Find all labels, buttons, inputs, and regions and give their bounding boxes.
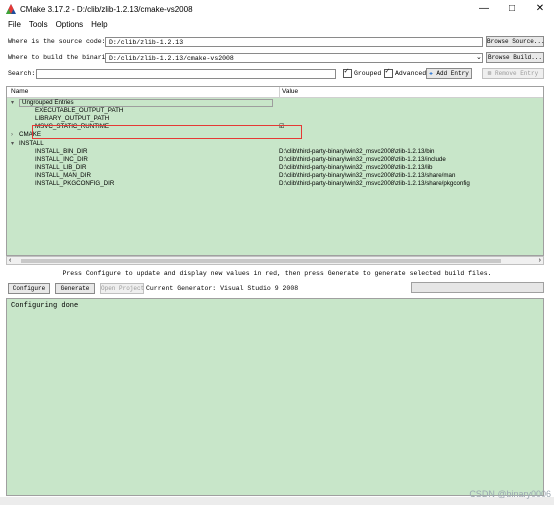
entry-name: INSTALL_PKGCONFIG_DIR xyxy=(35,180,115,187)
maximize-button[interactable]: □ xyxy=(500,0,524,18)
cache-entries-tree[interactable]: Name Value ▾ Ungrouped Entries EXECUTABLE_… xyxy=(6,86,544,256)
tree-entry-row[interactable]: INSTALL_BIN_DIR D:\clib\third-party-binar… xyxy=(7,148,543,156)
menu-help[interactable]: Help xyxy=(91,20,107,29)
entry-value[interactable]: D:\clib\third-party-binary\win32_msvc200… xyxy=(279,172,455,180)
status-message: Press Configure to update and display ne… xyxy=(62,270,492,277)
remove-entry-button[interactable]: ⊠ Remove Entry xyxy=(482,68,544,79)
search-input[interactable] xyxy=(36,69,336,79)
tree-entry-row[interactable]: INSTALL_PKGCONFIG_DIR D:\clib\third-party… xyxy=(7,180,543,188)
generate-button[interactable]: Generate xyxy=(55,283,95,294)
entry-value[interactable]: D:\clib\third-party-binary\win32_msvc200… xyxy=(279,164,432,172)
column-value-header[interactable]: Value xyxy=(279,87,298,97)
grouped-label: Grouped xyxy=(354,70,382,78)
scrollbar-thumb[interactable] xyxy=(21,259,501,263)
remove-icon: ⊠ xyxy=(487,70,492,77)
entry-name: INSTALL_LIB_DIR xyxy=(35,163,87,171)
tree-entry-row[interactable]: EXECUTABLE_OUTPUT_PATH xyxy=(7,107,543,115)
close-button[interactable]: ✕ xyxy=(528,0,552,18)
output-text: Configuring done xyxy=(11,302,79,310)
watermark: CSDN @binary0006 xyxy=(469,489,551,499)
entry-checkbox[interactable]: ☑ xyxy=(279,123,285,131)
entry-name: INSTALL_BIN_DIR xyxy=(35,147,88,155)
window-title: CMake 3.17.2 - D:/clib/zlib-1.2.13/cmake… xyxy=(20,4,193,14)
grouped-check-icon xyxy=(343,67,352,78)
menu-tools[interactable]: Tools xyxy=(29,20,48,29)
grouped-checkbox[interactable]: Grouped xyxy=(343,67,382,79)
tree-entry-row[interactable]: INSTALL_MAN_DIR D:\clib\third-party-binar… xyxy=(7,172,543,180)
tree-header: Name Value xyxy=(7,87,543,98)
configure-button[interactable]: Configure xyxy=(8,283,50,294)
tree-group-row[interactable]: › CMAKE xyxy=(7,131,543,139)
tree-group-row[interactable]: ▾ Ungrouped Entries xyxy=(7,99,543,107)
expand-toggle-icon[interactable]: ▾ xyxy=(11,99,14,107)
entry-name: INSTALL_MAN_DIR xyxy=(35,171,91,179)
advanced-checkbox[interactable]: Advanced xyxy=(384,67,427,79)
tree-entry-row[interactable]: LIBRARY_OUTPUT_PATH xyxy=(7,115,543,123)
expand-toggle-icon[interactable]: ▾ xyxy=(11,140,14,148)
search-label: Search: xyxy=(8,70,36,77)
minimize-button[interactable]: — xyxy=(472,0,496,18)
build-dropdown-arrow-icon[interactable]: ⌄ xyxy=(476,53,482,61)
tree-entry-row[interactable]: MSVC_STATIC_RUNTIME ☑ xyxy=(7,123,543,131)
current-generator-label: Current Generator: Visual Studio 9 2008 xyxy=(146,285,299,292)
menu-options[interactable]: Options xyxy=(56,20,84,29)
add-entry-button[interactable]: ✚ Add Entry xyxy=(426,68,472,79)
add-icon: ✚ xyxy=(429,70,433,77)
entry-value[interactable]: D:\clib\third-party-binary\win32_msvc200… xyxy=(279,180,470,188)
scroll-left-icon[interactable]: ‹ xyxy=(9,257,11,265)
column-name-header[interactable]: Name xyxy=(11,87,28,97)
source-label: Where is the source code: xyxy=(8,38,106,45)
open-project-button[interactable]: Open Project xyxy=(100,283,144,294)
entry-name: CMAKE xyxy=(19,131,42,139)
output-log[interactable]: Configuring done xyxy=(6,298,544,496)
advanced-label: Advanced xyxy=(395,70,427,78)
title-bar: CMake 3.17.2 - D:/clib/zlib-1.2.13/cmake… xyxy=(0,0,554,18)
entry-name: EXECUTABLE_OUTPUT_PATH xyxy=(35,107,124,115)
tree-entry-row[interactable]: INSTALL_INC_DIR D:\clib\third-party-binar… xyxy=(7,156,543,164)
tree-group-row[interactable]: ▾ INSTALL xyxy=(7,140,543,148)
source-path-field[interactable]: D:/clib/zlib-1.2.13 xyxy=(105,37,483,47)
collapse-toggle-icon[interactable]: › xyxy=(11,131,13,139)
entry-name: LIBRARY_OUTPUT_PATH xyxy=(35,115,110,123)
remove-entry-label: Remove Entry xyxy=(495,70,539,77)
entry-name: INSTALL_INC_DIR xyxy=(35,155,88,163)
entry-name: INSTALL xyxy=(19,139,44,147)
scroll-right-icon[interactable]: › xyxy=(539,257,541,265)
browse-source-button[interactable]: Browse Source... xyxy=(486,36,545,47)
horizontal-scrollbar[interactable]: ‹ › xyxy=(6,256,544,265)
tree-entry-row[interactable]: INSTALL_LIB_DIR D:\clib\third-party-binar… xyxy=(7,164,543,172)
progress-bar xyxy=(411,282,544,293)
entry-value[interactable]: D:\clib\third-party-binary\win32_msvc200… xyxy=(279,148,434,156)
menu-bar: File Tools Options Help xyxy=(0,18,554,31)
add-entry-label: Add Entry xyxy=(436,70,469,77)
build-path-field[interactable]: D:/clib/zlib-1.2.13/cmake-vs2008 xyxy=(105,53,483,63)
browse-build-button[interactable]: Browse Build... xyxy=(486,52,544,63)
entry-value[interactable]: D:\clib\third-party-binary\win32_msvc200… xyxy=(279,156,446,164)
advanced-check-icon xyxy=(384,67,393,78)
build-label: Where to build the binaries: xyxy=(8,54,118,61)
entry-name: Ungrouped Entries xyxy=(19,99,273,107)
cmake-logo-icon xyxy=(6,4,16,14)
entry-name: MSVC_STATIC_RUNTIME xyxy=(35,123,110,131)
menu-file[interactable]: File xyxy=(8,20,21,29)
